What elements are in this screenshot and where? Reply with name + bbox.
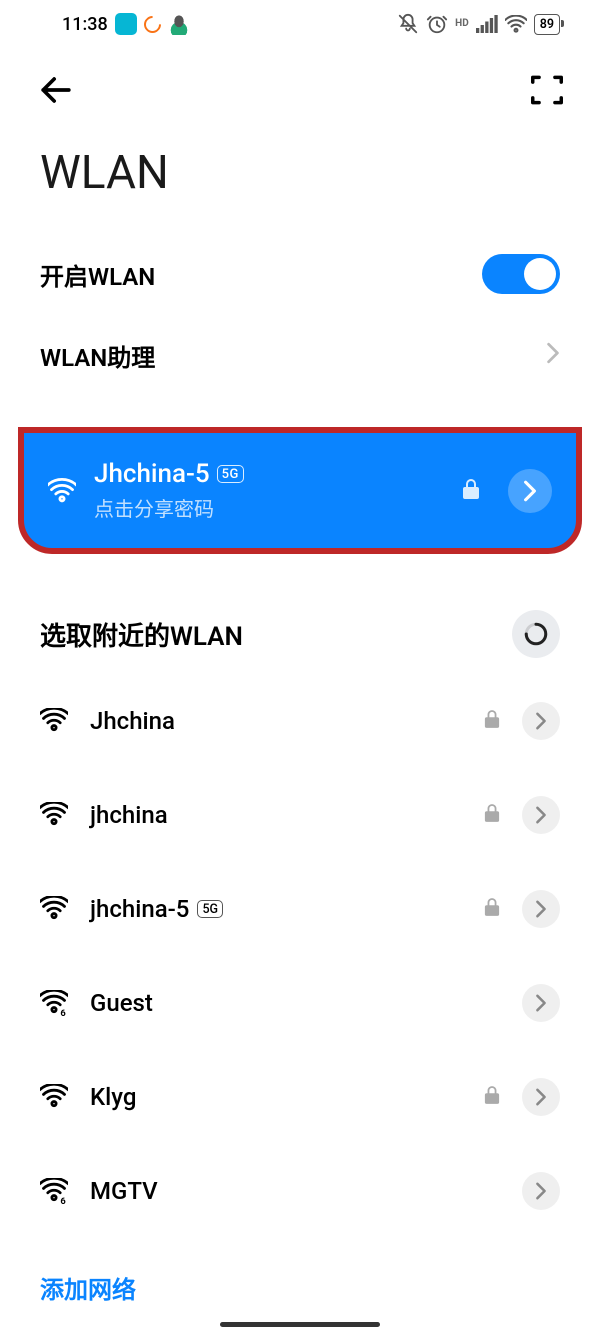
connected-network-card[interactable]: Jhchina-5 5G 点击分享密码 xyxy=(18,427,582,554)
lock-icon xyxy=(462,478,480,504)
battery-indicator: 89 xyxy=(534,14,560,35)
lock-icon xyxy=(484,709,500,733)
app-icon-1 xyxy=(115,13,137,35)
details-button[interactable] xyxy=(522,702,560,740)
status-time: 11:38 xyxy=(62,14,108,35)
app-icon-2 xyxy=(140,12,164,36)
wlan-toggle[interactable] xyxy=(482,254,560,294)
home-indicator xyxy=(220,1322,380,1327)
connected-info: Jhchina-5 5G 点击分享密码 xyxy=(94,459,444,522)
details-button[interactable] xyxy=(522,890,560,928)
connected-ssid: Jhchina-5 xyxy=(94,459,210,489)
lock-icon xyxy=(484,803,500,827)
details-button[interactable] xyxy=(508,469,552,513)
refresh-button[interactable] xyxy=(512,610,560,658)
band-badge: 5G xyxy=(217,465,244,483)
network-item[interactable]: jhchina-55G xyxy=(0,862,600,956)
wlan-enable-row: 开启WLAN xyxy=(0,232,600,316)
page-title: WLAN xyxy=(0,136,600,232)
connected-name-row: Jhchina-5 5G xyxy=(94,459,444,489)
chevron-right-icon xyxy=(546,341,560,371)
wifi-signal-icon: 6 xyxy=(40,990,68,1016)
network-item[interactable]: jhchina xyxy=(0,768,600,862)
band-badge: 5G xyxy=(197,900,223,918)
lock-icon xyxy=(484,897,500,921)
network-item[interactable]: 6 Guest xyxy=(0,956,600,1050)
back-button[interactable] xyxy=(34,68,78,116)
alarm-icon xyxy=(426,13,448,35)
wifi-signal-icon xyxy=(40,708,68,734)
network-ssid: Jhchina xyxy=(90,707,462,735)
connected-subtitle: 点击分享密码 xyxy=(94,493,444,522)
qr-scan-button[interactable] xyxy=(528,71,566,113)
hd-indicator: HD xyxy=(455,19,469,29)
wlan-assistant-row[interactable]: WLAN助理 xyxy=(0,316,600,395)
wifi-signal-icon: 6 xyxy=(40,1178,68,1204)
nearby-title: 选取附近的WLAN xyxy=(40,616,243,653)
network-ssid: MGTV xyxy=(90,1177,500,1205)
app-icon-3 xyxy=(168,13,190,35)
wifi-signal-icon xyxy=(40,802,68,828)
status-right: HD 89 xyxy=(397,13,560,35)
network-ssid: Guest xyxy=(90,989,500,1017)
status-left: 11:38 xyxy=(62,13,190,35)
wifi-signal-icon xyxy=(40,1084,68,1110)
svg-text:6: 6 xyxy=(60,1196,66,1204)
network-item[interactable]: Jhchina xyxy=(0,674,600,768)
svg-text:6: 6 xyxy=(60,1008,66,1016)
header xyxy=(0,48,600,136)
network-list: Jhchina jhchina jhchina-55G 6 Guest Klyg 6 MGTV xyxy=(0,674,600,1238)
wlan-assistant-label: WLAN助理 xyxy=(40,338,155,373)
details-button[interactable] xyxy=(522,1172,560,1210)
network-item[interactable]: Klyg xyxy=(0,1050,600,1144)
network-ssid: Klyg xyxy=(90,1083,462,1111)
network-item[interactable]: 6 MGTV xyxy=(0,1144,600,1238)
wifi-icon xyxy=(505,15,527,33)
details-button[interactable] xyxy=(522,1078,560,1116)
wlan-enable-label: 开启WLAN xyxy=(40,257,155,292)
status-bar: 11:38 HD 89 xyxy=(0,0,600,48)
wifi-signal-icon xyxy=(48,478,76,504)
cellular-signal-icon xyxy=(476,15,498,33)
network-ssid: jhchina-55G xyxy=(90,895,462,923)
details-button[interactable] xyxy=(522,796,560,834)
nearby-section-header: 选取附近的WLAN xyxy=(0,554,600,674)
wifi-signal-icon xyxy=(40,896,68,922)
lock-icon xyxy=(484,1085,500,1109)
details-button[interactable] xyxy=(522,984,560,1022)
network-ssid: jhchina xyxy=(90,801,462,829)
silent-icon xyxy=(397,13,419,35)
toggle-knob xyxy=(524,258,556,290)
